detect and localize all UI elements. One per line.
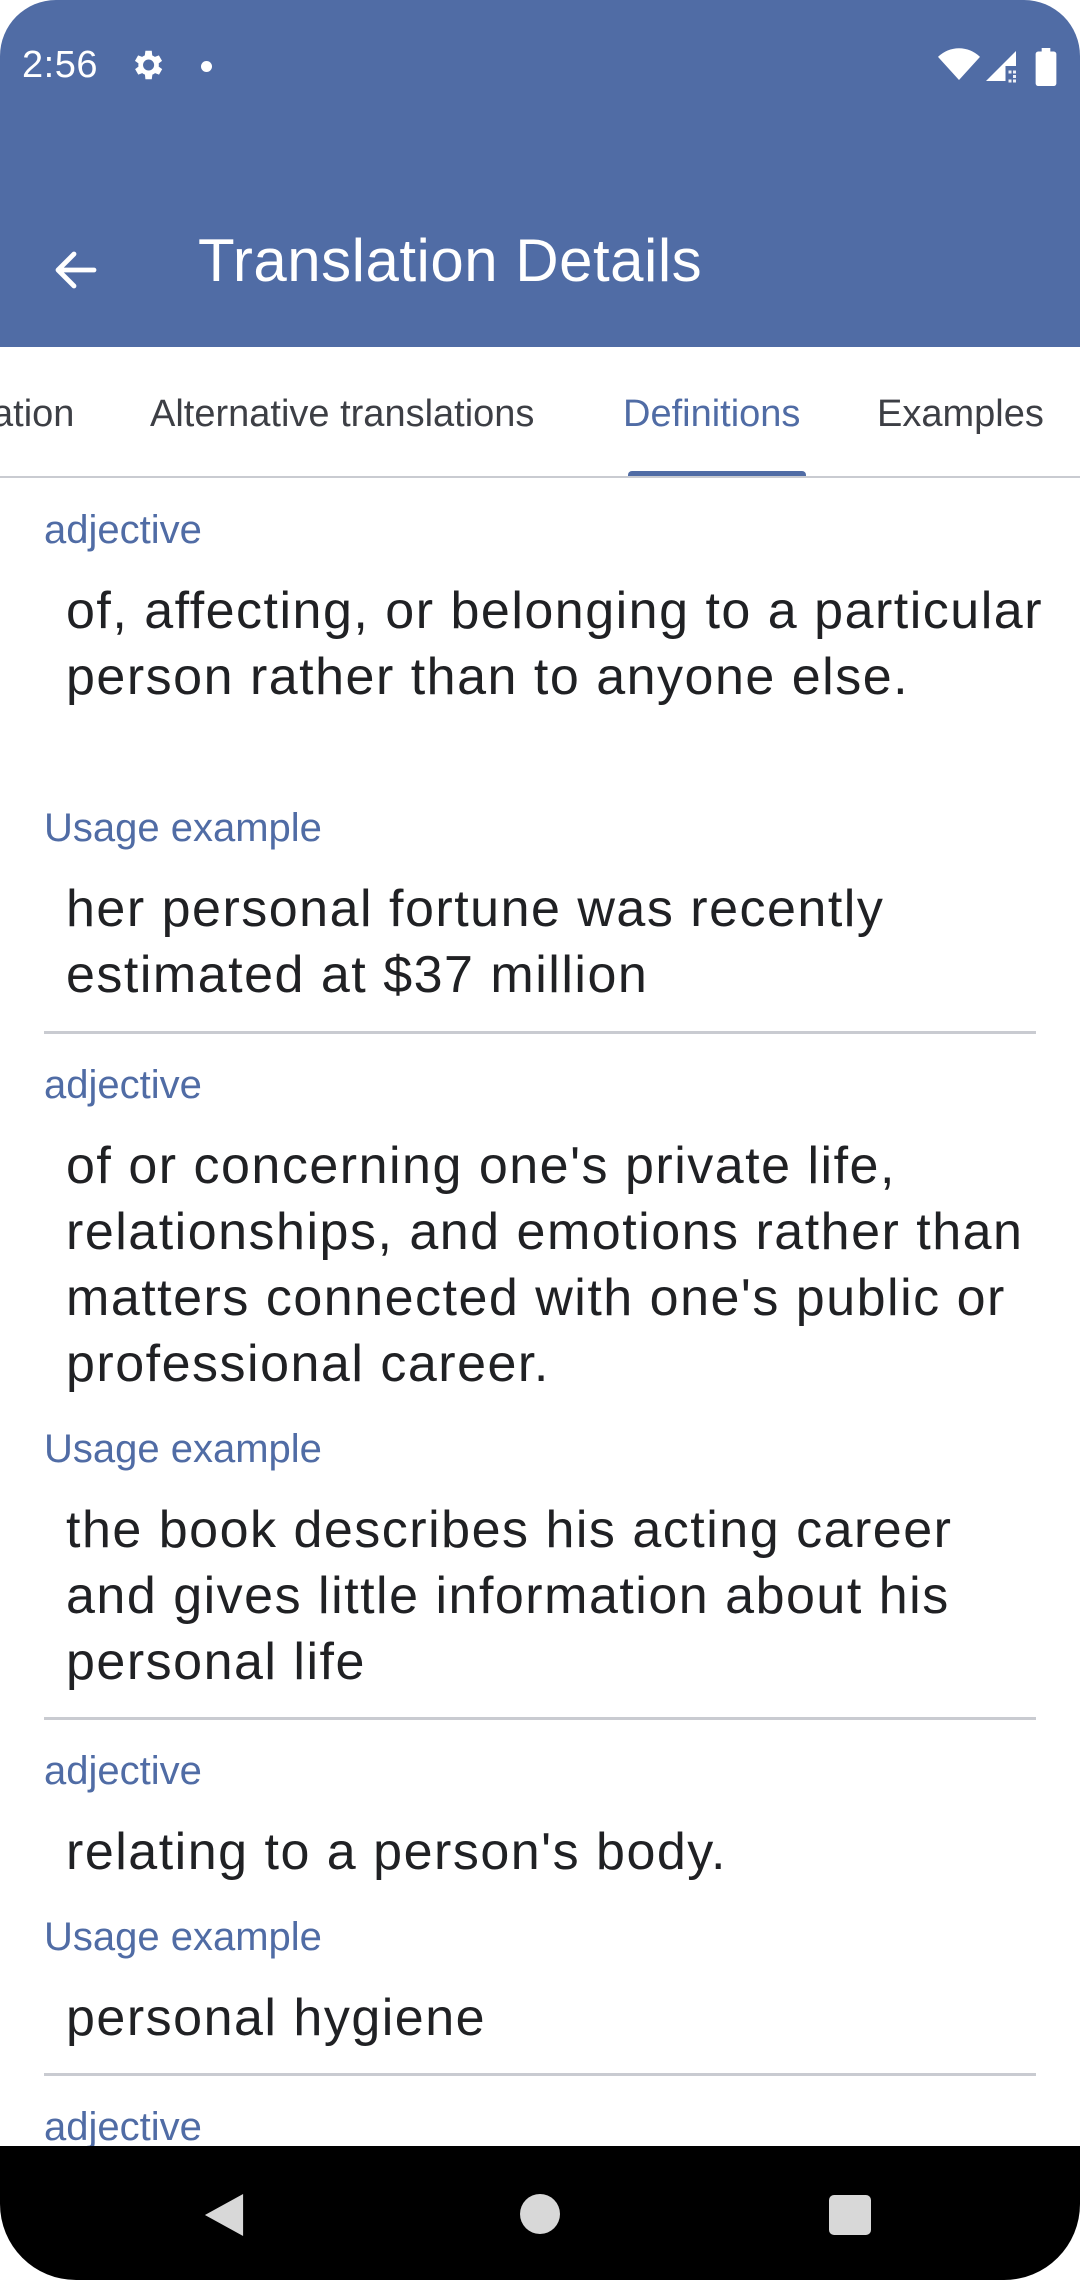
usage-example-text: the book describes his acting career and… — [66, 1501, 953, 1691]
notification-dot-icon — [201, 61, 212, 72]
nav-recents-icon[interactable] — [829, 2195, 871, 2235]
nav-back-icon[interactable] — [204, 2194, 244, 2236]
definition-divider — [44, 2073, 1036, 2076]
definition-text: of or concerning one's private life, rel… — [66, 1137, 1024, 1393]
definitions-list[interactable]: adjective of, affecting, or belonging to… — [0, 478, 1080, 2146]
usage-example-label: Usage example — [44, 806, 322, 850]
page-title: Translation Details — [198, 227, 703, 294]
definition-divider — [44, 1031, 1036, 1034]
nav-home-icon[interactable] — [520, 2194, 560, 2234]
gear-icon — [134, 50, 163, 80]
usage-example-label: Usage example — [44, 1915, 322, 1959]
battery-icon — [1035, 48, 1057, 86]
part-of-speech-label: adjective — [44, 1063, 202, 1107]
tab-examples[interactable]: Examples — [877, 393, 1044, 436]
part-of-speech-label: adjective — [44, 2105, 202, 2146]
definition-divider — [44, 1717, 1036, 1720]
tab-alternative-translations[interactable]: Alternative translations — [150, 393, 534, 436]
usage-example-label: Usage example — [44, 1427, 322, 1471]
status-bar: 2:56 — [0, 0, 1080, 138]
usage-example-text: personal hygiene — [66, 1989, 487, 2047]
app-bar: Translation Details — [0, 138, 1080, 347]
signal-icon — [986, 51, 1016, 83]
tab-bar: ation Alternative translations Definitio… — [0, 347, 1080, 478]
tab-translation[interactable]: ation — [0, 393, 74, 436]
arrow-left-icon — [55, 251, 97, 289]
back-button[interactable] — [34, 228, 118, 312]
definition-text: of, affecting, or belonging to a particu… — [66, 582, 1044, 706]
active-tab-indicator — [628, 471, 806, 476]
definition-text: relating to a person's body. — [66, 1823, 727, 1881]
status-time: 2:56 — [22, 44, 98, 86]
system-navigation-bar — [0, 2146, 1080, 2280]
usage-example-text: her personal fortune was recently estima… — [66, 880, 885, 1004]
part-of-speech-label: adjective — [44, 508, 202, 552]
wifi-icon — [938, 48, 980, 80]
part-of-speech-label: adjective — [44, 1749, 202, 1793]
tab-definitions[interactable]: Definitions — [623, 393, 800, 436]
